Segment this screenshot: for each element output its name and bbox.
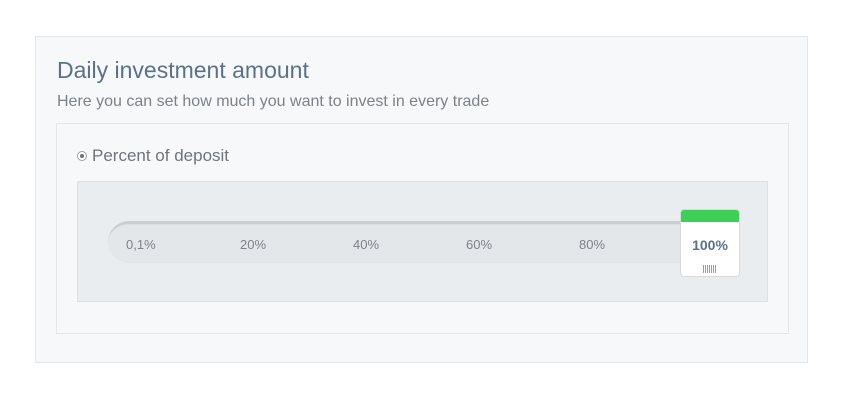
slider-tick-label: 20% xyxy=(240,237,267,252)
grip-lines-icon xyxy=(703,265,717,273)
percent-of-deposit-option[interactable]: Percent of deposit xyxy=(77,146,229,166)
slider-track[interactable] xyxy=(108,221,708,263)
handle-accent-bar xyxy=(681,210,739,222)
percent-of-deposit-label: Percent of deposit xyxy=(92,146,230,165)
radio-selected-icon[interactable] xyxy=(77,151,87,161)
section-title: Daily investment amount xyxy=(57,57,309,83)
slider-tick-label: 60% xyxy=(466,237,493,252)
section-subtitle: Here you can set how much you want to in… xyxy=(57,93,490,110)
slider-handle[interactable]: 100% xyxy=(680,209,740,277)
slider-value: 100% xyxy=(692,237,728,253)
slider-tick-label: 80% xyxy=(579,237,606,252)
slider-container: 0,1% 20% 40% 60% 80% 100% xyxy=(77,181,768,302)
slider-tick-label: 40% xyxy=(353,237,380,252)
slider-tick-label: 0,1% xyxy=(126,237,156,252)
investment-settings-panel: Daily investment amount Here you can set… xyxy=(35,36,808,363)
investment-option-box: Percent of deposit 0,1% 20% 40% 60% 80% … xyxy=(56,123,789,334)
